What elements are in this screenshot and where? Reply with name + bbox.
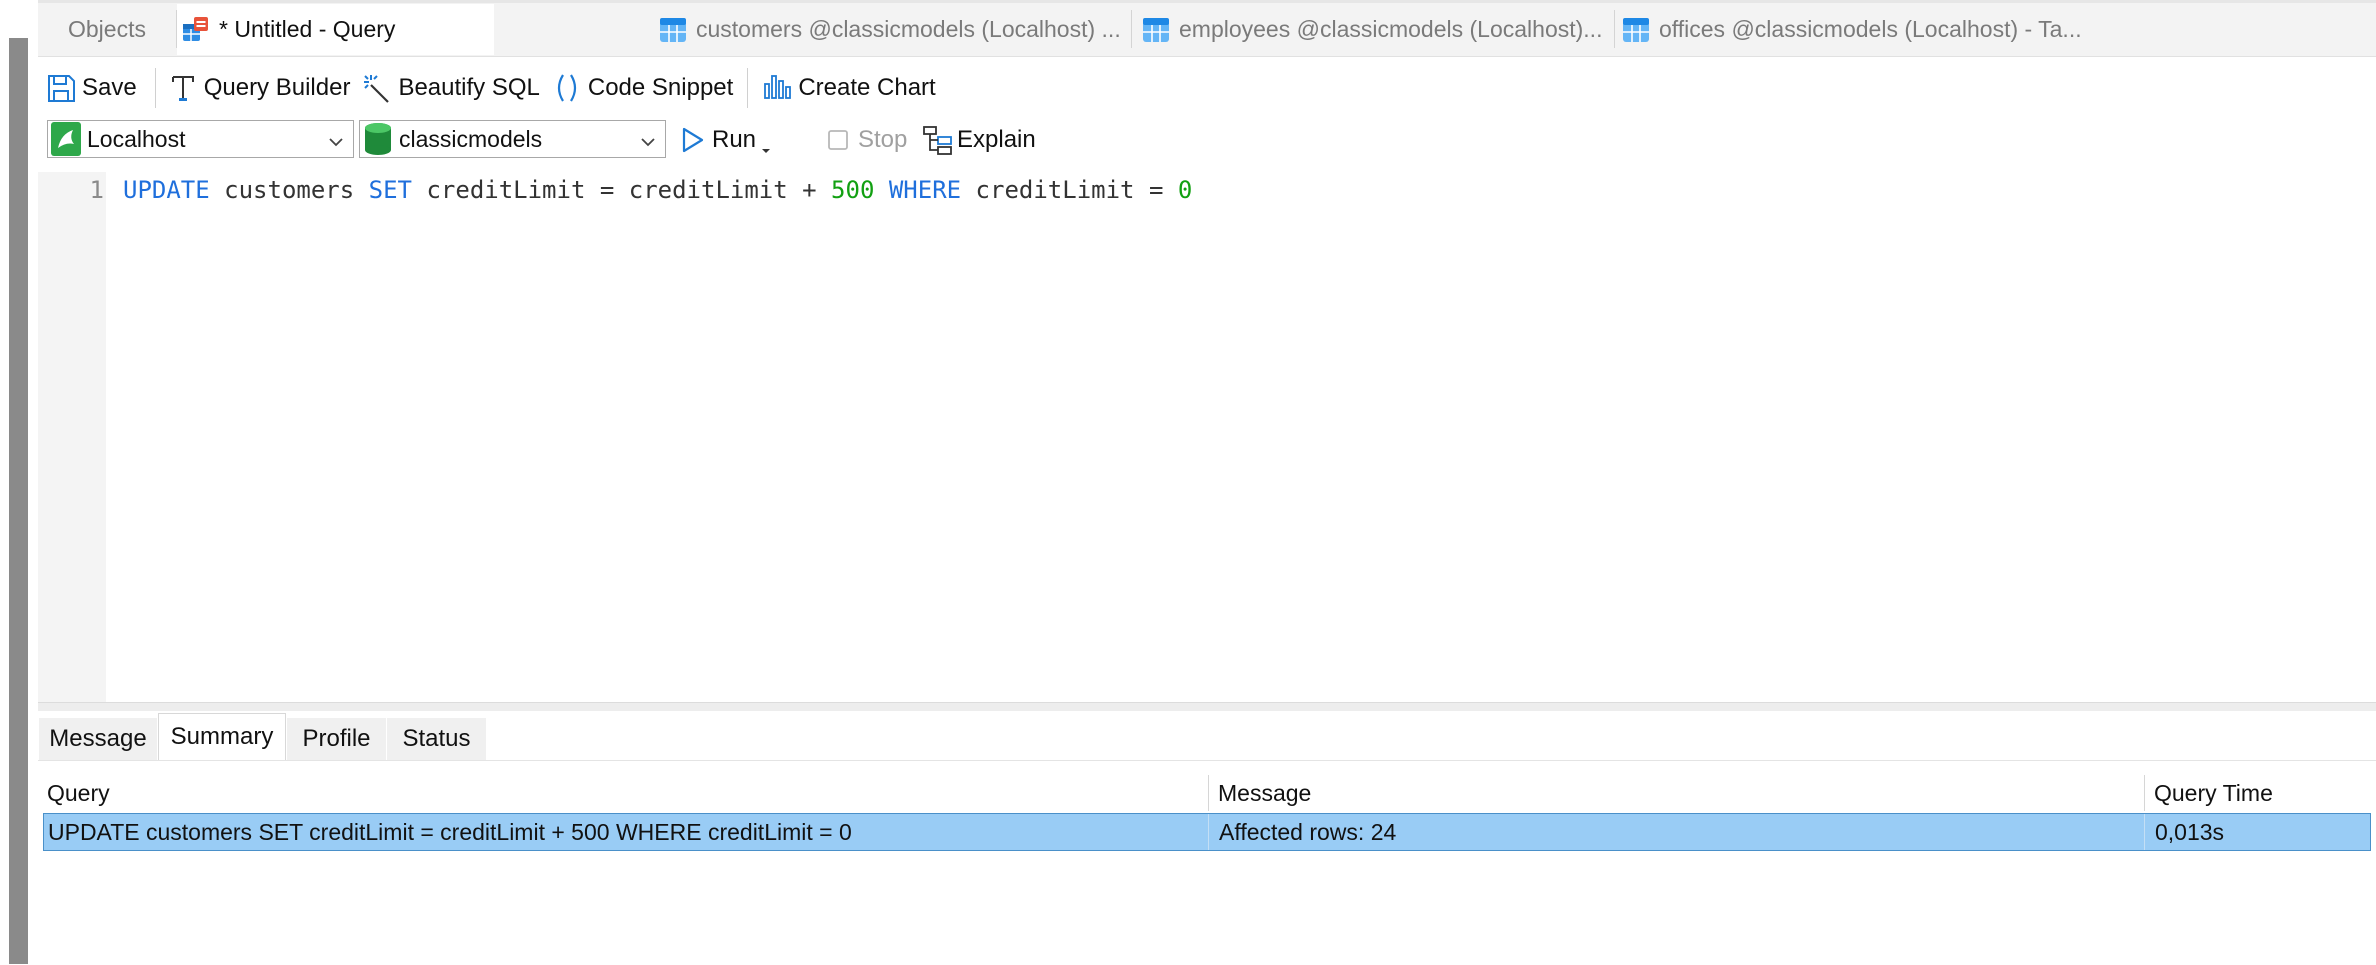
query-builder-icon (168, 72, 198, 104)
code-snippet-label: Code Snippet (587, 74, 734, 101)
save-icon (46, 72, 76, 104)
dropdown-arrow-icon[interactable] (761, 135, 771, 153)
play-icon (680, 124, 706, 156)
tab-objects[interactable]: Objects (38, 4, 176, 55)
tab-customers-table[interactable]: customers @classicmodels (Localhost) ... (654, 4, 1166, 55)
line-number-gutter: 1 (38, 172, 106, 702)
tab-bar: Objects * Untitled - Query customers @cl… (38, 0, 2376, 57)
cell-message: Affected rows: 24 (1219, 818, 1397, 845)
tab-employees-table[interactable]: employees @classicmodels (Localhost)... (1139, 4, 1655, 55)
tab-message[interactable]: Message (39, 718, 157, 760)
table-icon (1621, 15, 1651, 45)
tab-label: employees @classicmodels (Localhost)... (1179, 16, 1603, 42)
run-button[interactable]: Run (678, 118, 773, 162)
tab-profile[interactable]: Profile (287, 718, 386, 760)
table-row[interactable]: UPDATE customers SET creditLimit = credi… (43, 813, 2371, 851)
explain-label: Explain (957, 126, 1036, 153)
explain-icon (922, 124, 954, 156)
query-window: Objects * Untitled - Query customers @cl… (38, 0, 2376, 965)
tab-label: Summary (170, 723, 274, 750)
sql-expression: creditLimit = creditLimit + (412, 176, 832, 204)
sql-keyword: WHERE (888, 176, 962, 204)
query-builder-label: Query Builder (203, 74, 351, 101)
tab-label: offices @classicmodels (Localhost) - Ta.… (1659, 16, 2082, 42)
tab-summary[interactable]: Summary (158, 713, 286, 760)
grid-header: Query Message Query Time (38, 761, 2376, 811)
tab-label: Objects (68, 16, 146, 42)
cell-query: UPDATE customers SET creditLimit = credi… (48, 818, 852, 845)
mysql-connection-icon (51, 122, 81, 156)
database-select-value: classicmodels (399, 125, 543, 152)
sql-number: 0 (1177, 176, 1193, 204)
tab-label: customers @classicmodels (Localhost) ... (696, 16, 1121, 42)
tab-label: Message (49, 725, 147, 752)
tab-offices-table[interactable]: offices @classicmodels (Localhost) - Ta.… (1619, 4, 2130, 55)
sql-code-line[interactable]: UPDATE customers SET creditLimit = credi… (123, 176, 1192, 204)
sql-space (874, 176, 888, 204)
sql-editor[interactable]: 1 UPDATE customers SET creditLimit = cre… (38, 172, 2376, 702)
left-scroll-strip[interactable] (9, 38, 28, 964)
chevron-down-icon (639, 130, 657, 148)
parentheses-icon (552, 72, 582, 104)
summary-grid: Query Message Query Time UPDATE customer… (38, 760, 2376, 965)
server-select-value: Localhost (87, 125, 186, 152)
save-label: Save (82, 74, 137, 101)
chart-icon (762, 72, 792, 104)
tab-divider (1131, 10, 1132, 48)
editor-toolbar: Save Query Builder Beautify SQL Code Sni… (38, 57, 2376, 119)
tab-label: Profile (302, 725, 371, 752)
sql-keyword: UPDATE (123, 176, 210, 204)
database-select[interactable]: classicmodels (359, 120, 666, 158)
table-icon (658, 15, 688, 45)
sql-number: 500 (831, 176, 875, 204)
table-icon (1141, 15, 1171, 45)
toolbar-divider (747, 68, 749, 108)
explain-button[interactable]: Explain (920, 118, 1038, 162)
sql-expression: creditLimit = (961, 176, 1178, 204)
database-icon (363, 122, 393, 156)
create-chart-button[interactable]: Create Chart (756, 66, 941, 110)
beautify-sql-button[interactable]: Beautify SQL (356, 66, 545, 110)
tab-bar-top-border (38, 0, 2376, 3)
stop-label: Stop (858, 126, 908, 153)
code-snippet-button[interactable]: Code Snippet (546, 66, 739, 110)
toolbar-divider (154, 68, 156, 108)
editor-result-splitter[interactable] (38, 702, 2376, 711)
sql-identifier: customers (209, 176, 369, 204)
cell-divider (1208, 814, 1209, 850)
cell-query-time: 0,013s (2155, 818, 2225, 845)
query-builder-button[interactable]: Query Builder (164, 66, 357, 110)
tab-label: * Untitled - Query (219, 16, 396, 42)
connection-toolbar: Localhost classicmodels Run Stop Explain (38, 119, 2376, 171)
create-chart-label: Create Chart (798, 74, 936, 101)
chevron-down-icon (327, 130, 345, 148)
stop-button[interactable]: Stop (824, 118, 909, 162)
beautify-sql-label: Beautify SQL (398, 74, 540, 101)
tab-untitled-query[interactable]: * Untitled - Query (177, 4, 494, 55)
tab-status[interactable]: Status (387, 718, 486, 760)
server-select[interactable]: Localhost (47, 120, 354, 158)
save-button[interactable]: Save (38, 66, 143, 110)
query-icon (181, 15, 211, 45)
tab-divider (1614, 10, 1615, 48)
magic-wand-icon (362, 72, 392, 104)
cell-divider (2144, 814, 2145, 850)
run-label: Run (712, 126, 757, 153)
result-tabs: Message Summary Profile Status (38, 712, 2376, 760)
column-header-message[interactable]: Message (1209, 775, 1311, 811)
left-panel-edge (0, 0, 38, 964)
column-header-query[interactable]: Query (38, 775, 110, 811)
sql-keyword: SET (368, 176, 413, 204)
column-header-query-time[interactable]: Query Time (2145, 775, 2273, 811)
line-number: 1 (89, 176, 104, 204)
stop-icon (826, 124, 852, 156)
tab-label: Status (402, 725, 471, 752)
